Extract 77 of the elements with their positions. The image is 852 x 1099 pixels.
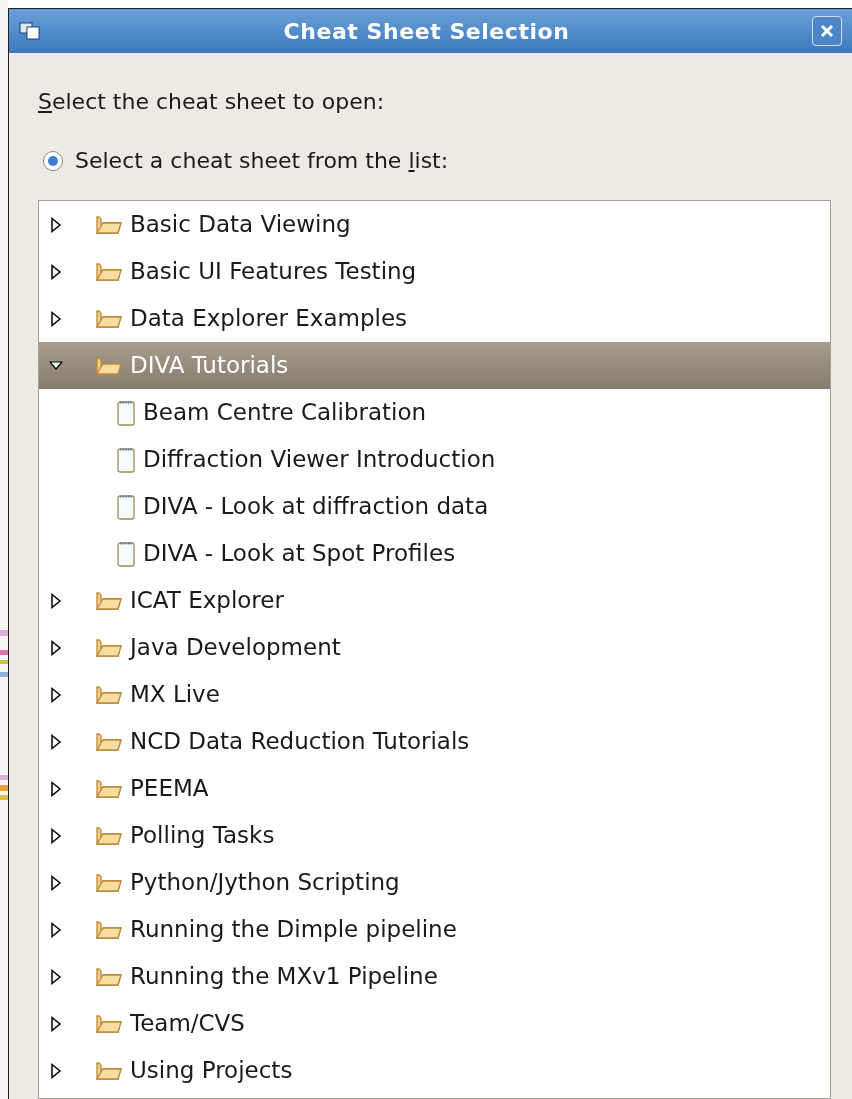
folder-icon (96, 1013, 122, 1034)
tree-item[interactable]: Python/Jython Scripting (39, 859, 830, 906)
item-label: DIVA - Look at Spot Profiles (143, 539, 456, 569)
folder-icon (96, 261, 122, 282)
tree-item[interactable]: DIVA - Look at Spot Profiles (39, 530, 830, 577)
folder-icon (96, 778, 122, 799)
radio-button[interactable] (43, 150, 63, 171)
item-label: Beam Centre Calibration (143, 398, 427, 428)
item-label: Using Projects (130, 1056, 293, 1086)
folder-icon (96, 919, 122, 940)
folder-icon (96, 214, 122, 235)
expander-icon[interactable] (49, 263, 63, 280)
radio-label[interactable]: Select a cheat sheet from the list: (75, 144, 449, 177)
expander-icon[interactable] (49, 310, 63, 327)
tree-item[interactable]: Running the MXv1 Pipeline (39, 953, 830, 1000)
item-label: PEEMA (130, 774, 209, 804)
expander-icon[interactable] (49, 216, 63, 233)
expander-icon[interactable] (49, 639, 63, 656)
tree-item[interactable]: Team/CVS (39, 1000, 830, 1047)
document-icon (117, 540, 135, 567)
item-label: Diffraction Viewer Introduction (143, 445, 496, 475)
tree-item[interactable]: Beam Centre Calibration (39, 389, 830, 436)
tree-item[interactable]: MX Live (39, 671, 830, 718)
item-label: Data Explorer Examples (130, 304, 408, 334)
window-icon (19, 22, 41, 40)
close-button[interactable] (812, 16, 842, 46)
expander-icon[interactable] (49, 733, 63, 750)
expander-icon[interactable] (49, 921, 63, 938)
expander-icon[interactable] (49, 780, 63, 797)
tree-item[interactable]: Basic UI Features Testing (39, 248, 830, 295)
window-title: Cheat Sheet Selection (282, 17, 571, 46)
folder-icon (96, 966, 122, 987)
tree-item[interactable]: Diffraction Viewer Introduction (39, 436, 830, 483)
expander-icon[interactable] (49, 874, 63, 891)
folder-icon (96, 637, 122, 658)
close-icon (819, 23, 835, 39)
tree-item[interactable]: Basic Data Viewing (39, 201, 830, 248)
tree-item[interactable]: DIVA - Look at diffraction data (39, 483, 830, 530)
folder-icon (96, 731, 122, 752)
document-icon (117, 446, 135, 473)
expander-icon[interactable] (49, 1015, 63, 1032)
item-label: Basic Data Viewing (130, 210, 351, 240)
item-label: ICAT Explorer (130, 586, 284, 616)
item-label: Running the MXv1 Pipeline (130, 962, 438, 992)
document-icon (117, 399, 135, 426)
item-label: Python/Jython Scripting (130, 868, 400, 898)
tree-item[interactable]: NCD Data Reduction Tutorials (39, 718, 830, 765)
folder-icon (96, 590, 122, 611)
item-label: Running the Dimple pipeline (130, 915, 457, 945)
item-label: Polling Tasks (130, 821, 275, 851)
item-label: NCD Data Reduction Tutorials (130, 727, 470, 757)
tree-item[interactable]: Using Projects (39, 1047, 830, 1094)
expander-icon[interactable] (49, 686, 63, 703)
expander-icon[interactable] (49, 1062, 63, 1079)
prompt-label: Select the cheat sheet to open: (38, 89, 385, 114)
folder-icon (96, 1060, 122, 1081)
item-label: DIVA Tutorials (130, 351, 289, 381)
expander-icon[interactable] (49, 827, 63, 844)
folder-icon (96, 684, 122, 705)
folder-icon (96, 825, 122, 846)
expander-icon[interactable] (49, 968, 63, 985)
expander-icon[interactable] (49, 592, 63, 609)
item-label: Java Development (130, 633, 341, 663)
tree-item[interactable]: Polling Tasks (39, 812, 830, 859)
tree-item[interactable]: Data Explorer Examples (39, 295, 830, 342)
item-label: DIVA - Look at diffraction data (143, 492, 489, 522)
folder-icon (96, 308, 122, 329)
tree-item[interactable]: ICAT Explorer (39, 577, 830, 624)
tree-item[interactable]: Running the Dimple pipeline (39, 906, 830, 953)
item-label: MX Live (130, 680, 220, 710)
item-label: Basic UI Features Testing (130, 257, 417, 287)
item-label: Team/CVS (130, 1009, 245, 1039)
document-icon (117, 493, 135, 520)
folder-icon (96, 872, 122, 893)
tree-item[interactable]: Java Development (39, 624, 830, 671)
tree-item[interactable]: PEEMA (39, 765, 830, 812)
folder-icon (96, 355, 122, 376)
